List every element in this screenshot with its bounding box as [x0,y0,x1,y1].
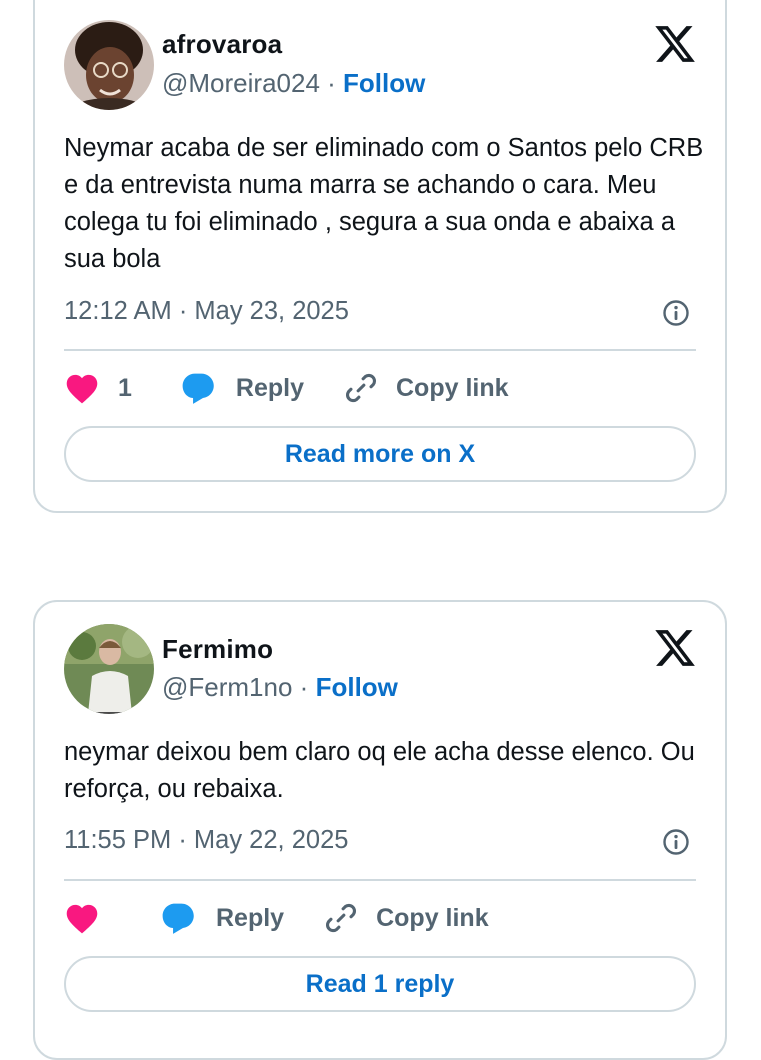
divider [64,879,696,881]
copy-link-button[interactable]: Copy link [344,371,509,405]
separator-dot: · [327,68,336,98]
like-button[interactable] [64,902,100,934]
reply-bubble-icon [182,373,214,404]
timestamp[interactable]: 12:12 AM · May 23, 2025 [64,297,349,326]
follow-button[interactable]: Follow [316,672,398,702]
avatar[interactable] [64,20,154,110]
link-icon [326,903,357,933]
tweet-text: neymar deixou bem claro oq ele acha dess… [64,738,695,803]
heart-icon [66,374,98,404]
reply-label: Reply [235,373,304,402]
action-bar: Reply Copy link [64,898,489,938]
tweet-card: afrovaroa @Moreira024 · Follow Neymar ac… [33,0,727,513]
user-handle[interactable]: @Ferm1no [162,672,292,702]
action-bar: 1 Reply Copy link [64,368,509,408]
handle-row: @Moreira024 · Follow [162,68,425,99]
avatar[interactable] [64,624,154,714]
follow-button[interactable]: Follow [343,68,425,98]
like-button[interactable]: 1 [64,372,132,404]
read-more-button[interactable]: Read more on X [64,426,696,482]
info-icon[interactable] [662,299,690,327]
display-name[interactable]: Fermimo [162,634,273,665]
divider [64,349,696,351]
handle-row: @Ferm1no · Follow [162,672,398,703]
reply-label: Reply [216,903,285,932]
x-logo-icon[interactable] [653,22,697,66]
reply-button[interactable]: Reply [180,370,304,406]
tweet-card: Fermimo @Ferm1no · Follow neymar deixou … [33,600,727,1060]
reply-bubble-icon [162,903,194,934]
heart-icon [66,904,98,934]
copy-link-button[interactable]: Copy link [324,901,489,935]
tweet-text: Neymar acaba de ser eliminado com o Sant… [64,134,704,273]
x-logo-icon[interactable] [653,626,697,670]
display-name[interactable]: afrovaroa [162,29,282,60]
separator-dot: · [299,672,309,702]
reply-button[interactable]: Reply [160,900,284,936]
user-handle[interactable]: @Moreira024 [162,68,320,98]
like-count: 1 [118,373,132,402]
link-icon [346,373,376,403]
copy-link-label: Copy link [396,373,509,402]
copy-link-label: Copy link [376,903,489,932]
read-replies-button[interactable]: Read 1 reply [64,956,696,1012]
info-icon[interactable] [662,828,690,856]
timestamp[interactable]: 11:55 PM · May 22, 2025 [64,826,348,855]
